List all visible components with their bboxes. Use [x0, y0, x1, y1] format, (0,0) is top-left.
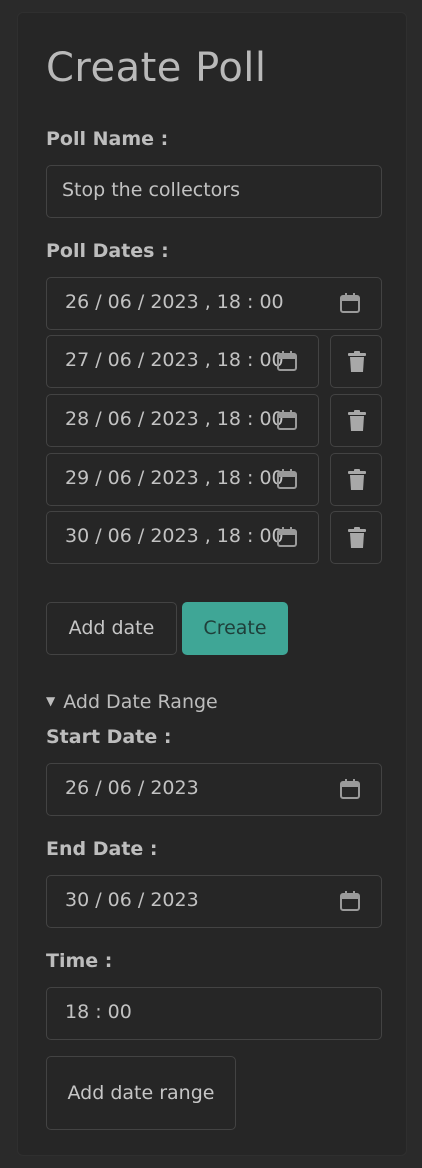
poll-name-value: Stop the collectors	[62, 179, 241, 201]
time-input[interactable]: 18 : 00	[46, 987, 382, 1040]
start-date-label: Start Date :	[46, 726, 172, 748]
triangle-down-icon: ▼	[46, 694, 56, 708]
calendar-icon[interactable]	[276, 526, 298, 548]
poll-name-input[interactable]: Stop the collectors	[46, 165, 382, 218]
trash-icon	[348, 527, 366, 548]
date-range-toggle[interactable]: ▼ Add Date Range	[46, 691, 218, 713]
poll-date-value: 27 / 06 / 2023 , 18 : 00	[65, 349, 284, 371]
poll-date-value: 26 / 06 / 2023 , 18 : 00	[65, 291, 284, 313]
remove-date-button-4[interactable]	[330, 453, 382, 506]
end-date-input[interactable]: 30 / 06 / 2023	[46, 875, 382, 928]
poll-date-value: 29 / 06 / 2023 , 18 : 00	[65, 467, 284, 489]
calendar-icon[interactable]	[339, 292, 361, 314]
poll-date-value: 28 / 06 / 2023 , 18 : 00	[65, 408, 284, 430]
poll-date-value: 30 / 06 / 2023 , 18 : 00	[65, 525, 284, 547]
time-label: Time :	[46, 950, 113, 972]
calendar-icon[interactable]	[339, 778, 361, 800]
poll-date-input-1[interactable]: 26 / 06 / 2023 , 18 : 00	[46, 277, 382, 330]
calendar-icon[interactable]	[276, 350, 298, 372]
add-date-button[interactable]: Add date	[46, 602, 177, 655]
poll-date-input-2[interactable]: 27 / 06 / 2023 , 18 : 00	[46, 335, 319, 388]
calendar-icon[interactable]	[276, 468, 298, 490]
start-date-input[interactable]: 26 / 06 / 2023	[46, 763, 382, 816]
add-date-range-button[interactable]: Add date range	[46, 1056, 236, 1130]
remove-date-button-5[interactable]	[330, 511, 382, 564]
time-value: 18 : 00	[65, 1001, 132, 1023]
poll-date-input-4[interactable]: 29 / 06 / 2023 , 18 : 00	[46, 453, 319, 506]
trash-icon	[348, 410, 366, 431]
remove-date-button-3[interactable]	[330, 394, 382, 447]
remove-date-button-2[interactable]	[330, 335, 382, 388]
poll-date-input-5[interactable]: 30 / 06 / 2023 , 18 : 00	[46, 511, 319, 564]
trash-icon	[348, 469, 366, 490]
end-date-label: End Date :	[46, 838, 158, 860]
poll-name-label: Poll Name :	[46, 128, 169, 150]
calendar-icon[interactable]	[339, 890, 361, 912]
poll-date-input-3[interactable]: 28 / 06 / 2023 , 18 : 00	[46, 394, 319, 447]
create-poll-card: Create Poll Poll Name : Stop the collect…	[17, 12, 407, 1156]
date-range-summary: Add Date Range	[63, 691, 218, 713]
start-date-value: 26 / 06 / 2023	[65, 777, 199, 799]
calendar-icon[interactable]	[276, 409, 298, 431]
trash-icon	[348, 351, 366, 372]
create-button[interactable]: Create	[182, 602, 288, 655]
poll-dates-label: Poll Dates :	[46, 240, 169, 262]
end-date-value: 30 / 06 / 2023	[65, 889, 199, 911]
page-title: Create Poll	[46, 45, 267, 91]
